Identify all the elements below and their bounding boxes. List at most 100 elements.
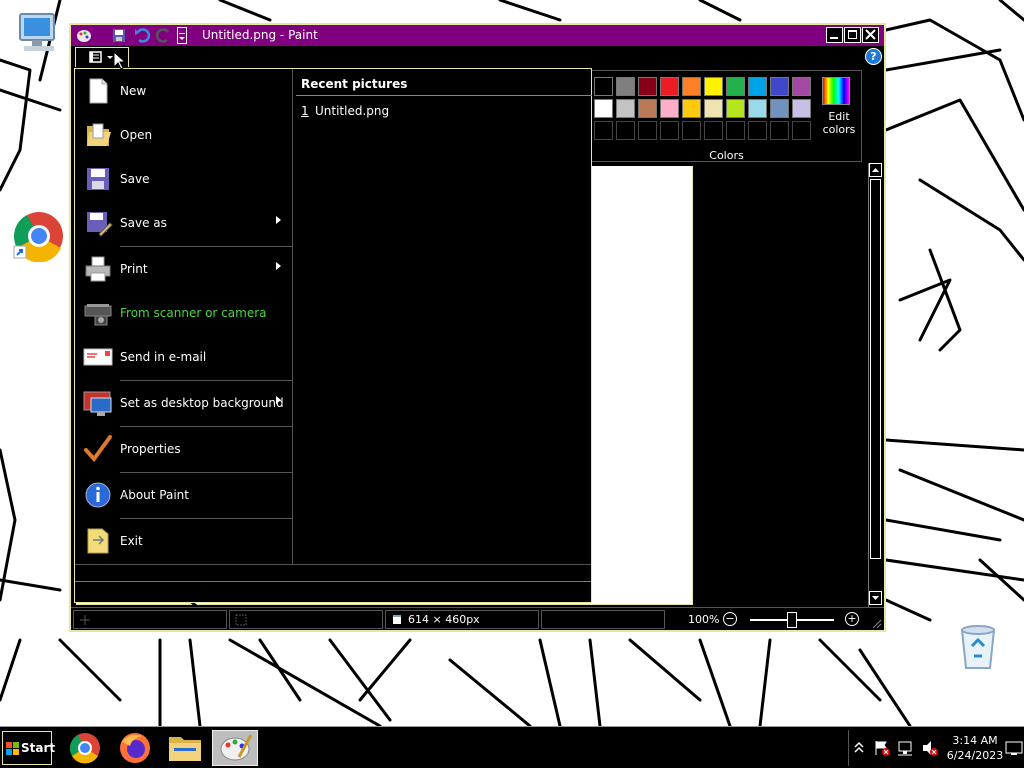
chrome-shortcut-icon[interactable] — [12, 210, 64, 262]
custom-color-swatch[interactable] — [616, 121, 635, 140]
recent-pictures-header: Recent pictures — [301, 77, 408, 91]
color-swatch[interactable] — [748, 77, 767, 96]
selection-size-icon — [235, 614, 247, 626]
zoom-level-text: 100% — [688, 613, 720, 626]
custom-color-swatch[interactable] — [748, 121, 767, 140]
network-icon[interactable] — [897, 739, 915, 757]
email-icon — [83, 348, 113, 366]
menu-item-open[interactable]: Open — [75, 113, 292, 157]
recycle-bin-icon[interactable] — [952, 622, 1004, 674]
clock-date[interactable]: 6/24/2023 — [944, 749, 1006, 762]
recent-item-number: 1 — [301, 104, 309, 118]
menu-item-save-as[interactable]: Save as — [75, 201, 292, 245]
color-swatch[interactable] — [704, 99, 723, 118]
recent-pictures-separator — [296, 95, 592, 96]
color-swatch[interactable] — [792, 77, 811, 96]
canvas-size-text: 614 × 460px — [408, 613, 480, 626]
color-swatch[interactable] — [616, 77, 635, 96]
color-swatch[interactable] — [594, 99, 613, 118]
help-button[interactable]: ? — [865, 48, 882, 65]
resize-grip-icon[interactable] — [870, 617, 882, 629]
color-swatch[interactable] — [660, 77, 679, 96]
start-button[interactable]: Start — [2, 731, 56, 765]
color-swatch[interactable] — [682, 77, 701, 96]
menu-item-exit[interactable]: Exit — [75, 519, 292, 563]
selection-size-cell — [229, 610, 383, 629]
chrome-icon — [69, 733, 100, 764]
action-center-icon[interactable] — [873, 739, 891, 757]
color-swatch[interactable] — [704, 77, 723, 96]
custom-color-swatch[interactable] — [660, 121, 679, 140]
mouse-pointer-icon — [113, 51, 127, 70]
color-swatch[interactable] — [770, 77, 789, 96]
zoom-slider-thumb[interactable] — [787, 612, 797, 628]
volume-muted-icon[interactable] — [921, 739, 939, 757]
close-button[interactable] — [862, 27, 879, 43]
undo-icon[interactable] — [133, 27, 151, 44]
paint-app-icon[interactable] — [75, 27, 93, 44]
scroll-thumb[interactable] — [870, 179, 881, 559]
menu-label-send-email: Send in e-mail — [120, 350, 207, 364]
menu-item-properties[interactable]: Properties — [75, 427, 292, 471]
color-swatch[interactable] — [748, 99, 767, 118]
file-explorer-icon — [169, 737, 201, 761]
footer-separator — [75, 581, 591, 582]
taskbar-file-explorer[interactable] — [162, 730, 208, 766]
scroll-up-icon — [872, 168, 879, 172]
color-swatch[interactable] — [594, 77, 613, 96]
zoom-out-button[interactable]: − — [723, 612, 737, 626]
menu-item-save[interactable]: Save — [75, 157, 292, 201]
scroll-up-button[interactable] — [869, 163, 882, 177]
cursor-position-cell — [73, 610, 227, 629]
color-swatch[interactable] — [638, 99, 657, 118]
help-icon: ? — [870, 50, 877, 63]
maximize-button[interactable] — [844, 27, 861, 43]
minimize-button[interactable] — [826, 27, 843, 43]
show-desktop-icon[interactable] — [1005, 740, 1023, 756]
taskbar-chrome[interactable] — [62, 730, 108, 766]
custom-color-swatch[interactable] — [704, 121, 723, 140]
menu-item-print[interactable]: Print — [75, 247, 292, 291]
clock-time[interactable]: 3:14 AM — [944, 734, 1006, 747]
color-swatch[interactable] — [682, 99, 701, 118]
menu-label-save-as: Save as — [120, 216, 167, 230]
custom-color-swatch[interactable] — [792, 121, 811, 140]
taskbar-firefox[interactable] — [112, 730, 158, 766]
menu-item-from-scanner[interactable]: From scanner or camera — [75, 291, 292, 335]
vertical-scrollbar[interactable] — [868, 163, 882, 607]
color-swatch[interactable] — [726, 99, 745, 118]
save-icon[interactable] — [110, 27, 128, 44]
customize-qat-icon[interactable] — [177, 27, 187, 44]
color-swatch[interactable] — [660, 99, 679, 118]
redo-icon[interactable] — [155, 27, 173, 44]
start-label: Start — [21, 741, 56, 755]
color-swatch[interactable] — [726, 77, 745, 96]
color-swatch[interactable] — [792, 99, 811, 118]
close-icon — [865, 29, 876, 40]
color-swatch[interactable] — [638, 77, 657, 96]
scroll-down-button[interactable] — [869, 591, 882, 605]
scanner-icon — [84, 304, 112, 326]
title-bar[interactable]: Untitled.png - Paint — [71, 25, 884, 46]
zoom-in-button[interactable]: + — [845, 612, 859, 626]
file-menu-footer — [75, 564, 591, 602]
colors-group: Edit colors Colors — [591, 70, 862, 162]
menu-item-send-email[interactable]: Send in e-mail — [75, 335, 292, 379]
show-hidden-icons-icon[interactable] — [853, 741, 865, 755]
taskbar-paint[interactable] — [212, 730, 258, 766]
color-spectrum-icon — [822, 77, 850, 105]
scroll-down-icon — [872, 596, 879, 600]
custom-color-swatch[interactable] — [638, 121, 657, 140]
edit-colors-button[interactable]: Edit colors — [817, 77, 859, 147]
custom-color-swatch[interactable] — [770, 121, 789, 140]
custom-color-swatch[interactable] — [726, 121, 745, 140]
color-swatch[interactable] — [770, 99, 789, 118]
menu-item-set-desktop-background[interactable]: Set as desktop background — [75, 381, 292, 425]
computer-icon[interactable] — [14, 8, 66, 60]
custom-color-swatch[interactable] — [594, 121, 613, 140]
custom-color-swatch[interactable] — [682, 121, 701, 140]
menu-item-new[interactable]: New — [75, 69, 292, 113]
menu-item-about-paint[interactable]: About Paint — [75, 473, 292, 517]
color-swatch[interactable] — [616, 99, 635, 118]
menu-label-new: New — [120, 84, 147, 98]
